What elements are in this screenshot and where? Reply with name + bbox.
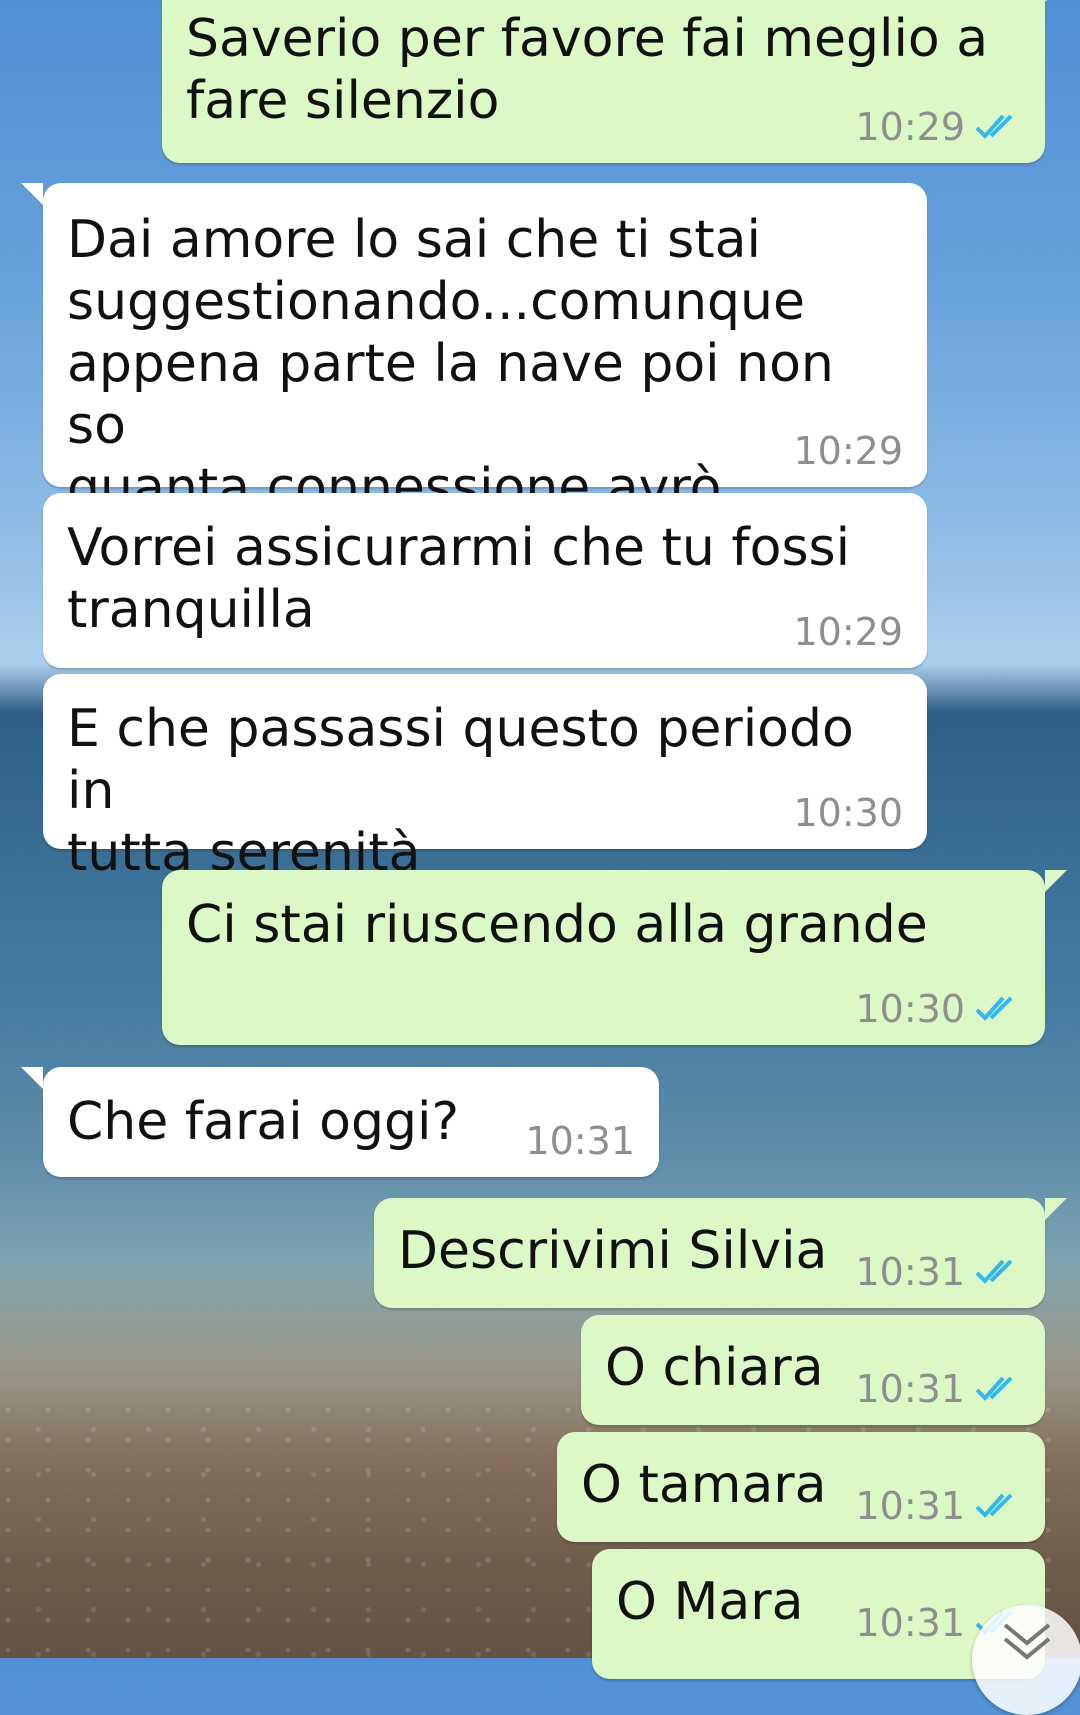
message-meta: 10:31	[855, 1369, 1021, 1409]
message-bubble-outgoing[interactable]: Descrivimi Silvia 10:31	[374, 1198, 1067, 1308]
message-meta: 10:29	[855, 107, 1021, 147]
message-bubble-outgoing[interactable]: Saverio per favore fai meglio a fare sil…	[162, 0, 1067, 163]
chevron-double-down-icon	[1003, 1623, 1051, 1660]
message-meta: 10:30	[793, 793, 903, 833]
bubble-tail	[21, 183, 43, 205]
message-bubble-incoming[interactable]: Dai amore lo sai che ti stai suggestiona…	[21, 183, 927, 518]
message-meta: 10:29	[793, 612, 903, 652]
bubble-tail	[21, 1067, 43, 1089]
message-time: 10:31	[855, 1367, 965, 1411]
message-time: 10:29	[855, 105, 965, 149]
bubble-tail	[1045, 1198, 1067, 1220]
scroll-to-bottom-button[interactable]	[972, 1605, 1080, 1715]
message-time: 10:29	[793, 610, 903, 654]
message-meta: 10:30	[855, 989, 1021, 1029]
message-bubble-outgoing[interactable]: Ci stai riuscendo alla grande 10:30	[162, 870, 1067, 1045]
message-time: 10:31	[855, 1601, 965, 1645]
bubble-tail	[1045, 870, 1067, 892]
message-meta: 10:31	[855, 1252, 1021, 1292]
bubble-tail	[1045, 0, 1067, 2]
message-bubble-outgoing[interactable]: O chiara 10:31	[581, 1315, 1045, 1425]
message-meta: 10:31	[855, 1486, 1021, 1526]
message-time: 10:31	[525, 1119, 635, 1163]
double-check-icon	[975, 1376, 1013, 1401]
double-check-icon	[975, 1259, 1013, 1284]
message-bubble-incoming[interactable]: Vorrei assicurarmi che tu fossi tranquil…	[43, 493, 927, 668]
message-time: 10:30	[855, 987, 965, 1031]
message-text: Ci stai riuscendo alla grande	[186, 895, 928, 955]
double-check-icon	[975, 114, 1013, 139]
message-time: 10:29	[793, 429, 903, 473]
message-bubble-incoming[interactable]: E che passassi questo periodo in tutta s…	[43, 674, 927, 883]
message-meta: 10:29	[793, 431, 903, 471]
message-meta: 10:31	[525, 1121, 635, 1161]
message-bubble-outgoing[interactable]: O tamara 10:31	[557, 1432, 1045, 1542]
message-time: 10:31	[855, 1250, 965, 1294]
message-bubble-incoming[interactable]: Che farai oggi? 10:31	[21, 1067, 659, 1177]
double-check-icon	[975, 996, 1013, 1021]
message-text: E che passassi questo periodo in tutta s…	[67, 699, 854, 883]
double-check-icon	[975, 1493, 1013, 1518]
message-time: 10:31	[855, 1484, 965, 1528]
message-time: 10:30	[793, 791, 903, 835]
